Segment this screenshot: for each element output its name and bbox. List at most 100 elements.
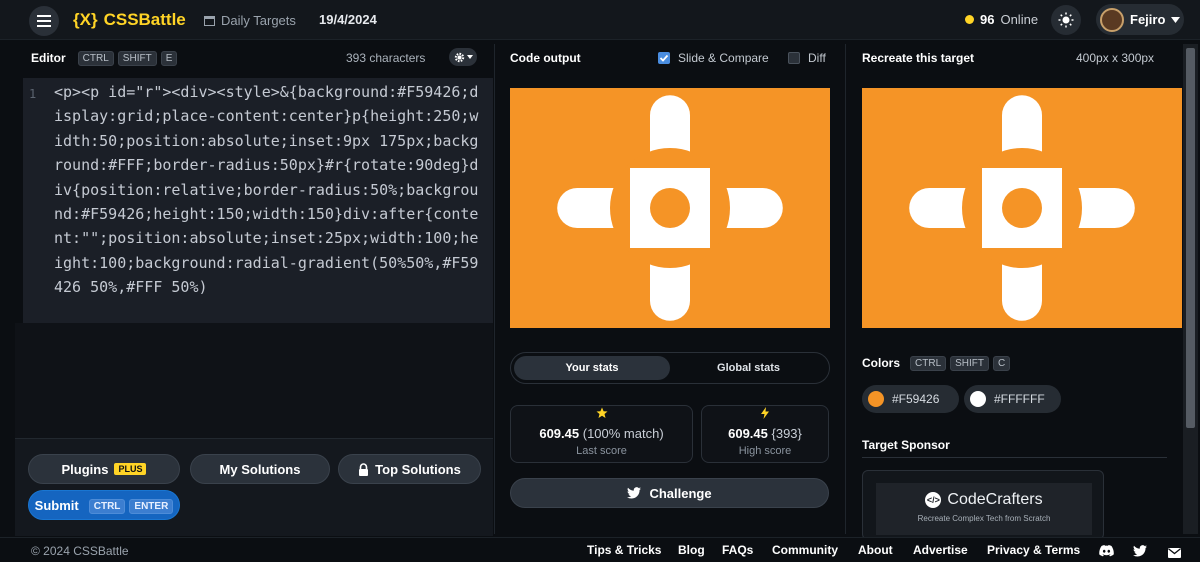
last-score-value: 609.45 <box>539 426 580 441</box>
editor-settings-button[interactable] <box>449 48 477 66</box>
colors-header: Colors CTRL SHIFT C <box>862 355 1011 371</box>
color-swatch-orange[interactable]: #F59426 <box>862 385 959 413</box>
footer-link-blog[interactable]: Blog <box>678 543 705 557</box>
discord-icon[interactable] <box>1099 544 1114 562</box>
logo[interactable]: {X} CSSBattle <box>73 10 186 30</box>
footer-link-tips[interactable]: Tips & Tricks <box>587 543 661 557</box>
online-dot-icon <box>965 15 974 24</box>
user-menu-button[interactable]: Fejiro <box>1096 4 1184 35</box>
editor-empty-area <box>15 323 493 438</box>
chevron-down-icon <box>466 55 473 59</box>
color-dot <box>970 391 986 407</box>
hamburger-icon <box>37 15 51 27</box>
slide-compare-toggle[interactable]: Slide & Compare <box>658 51 769 65</box>
top-solutions-button[interactable]: Top Solutions <box>338 454 481 484</box>
last-score: 609.45 (100% match) <box>511 426 692 441</box>
last-score-match: (100% match) <box>582 426 664 441</box>
calendar-icon <box>204 16 215 26</box>
sponsor-divider <box>862 457 1167 458</box>
lock-icon <box>359 462 369 476</box>
twitter-icon[interactable] <box>1133 544 1147 562</box>
footer-link-privacy[interactable]: Privacy & Terms <box>987 543 1080 557</box>
diff-toggle[interactable]: Diff <box>788 51 826 65</box>
theme-toggle-button[interactable] <box>1051 5 1081 35</box>
diff-checkbox[interactable] <box>788 52 800 64</box>
high-score-chars: {393} <box>771 426 802 441</box>
editor-shortcut: CTRL SHIFT E <box>74 50 178 66</box>
username: Fejiro <box>1130 12 1166 27</box>
footer-link-community[interactable]: Community <box>772 543 838 557</box>
last-score-card: 609.45 (100% match) Last score <box>510 405 693 463</box>
breadcrumb[interactable]: Daily Targets <box>204 13 296 28</box>
target-size: 400px x 300px <box>1076 51 1155 65</box>
tab-global-stats[interactable]: Global stats <box>671 356 826 380</box>
sponsor-card[interactable]: </> CodeCrafters Recreate Complex Tech f… <box>862 470 1104 540</box>
submit-button[interactable]: Submit CTRL ENTER <box>28 490 180 520</box>
last-score-label: Last score <box>576 445 627 457</box>
kbd-shift: SHIFT <box>950 356 990 371</box>
sponsor-banner[interactable]: </> CodeCrafters Recreate Complex Tech f… <box>876 483 1092 535</box>
color-hex: #F59426 <box>892 392 940 406</box>
kbd-ctrl: CTRL <box>910 356 947 371</box>
mail-icon[interactable] <box>1168 545 1181 562</box>
star-icon <box>596 407 607 418</box>
code-text[interactable]: <p><p id="r"><div><style>&{background:#F… <box>54 80 485 300</box>
online-indicator: 96 Online <box>965 12 1038 27</box>
breadcrumb-date: 19/4/2024 <box>319 12 377 27</box>
target-header: Recreate this target 400px x 300px <box>862 46 1167 70</box>
logo-mark: {X} <box>73 10 98 29</box>
color-swatch-white[interactable]: #FFFFFF <box>964 385 1061 413</box>
avatar <box>1100 7 1124 32</box>
char-count: 393 characters <box>346 51 426 65</box>
output-title: Code output <box>510 51 581 65</box>
kbd-ctrl: CTRL <box>77 51 114 66</box>
high-score-value: 609.45 <box>728 426 768 441</box>
slide-compare-checkbox[interactable] <box>658 52 670 64</box>
colors-shortcut: CTRL SHIFT C <box>906 355 1011 371</box>
footer-link-advertise[interactable]: Advertise <box>913 543 968 557</box>
target-title: Recreate this target <box>862 51 975 65</box>
target-image[interactable] <box>862 88 1182 328</box>
breadcrumb-daily-targets[interactable]: Daily Targets <box>221 13 296 28</box>
kbd-c: C <box>993 356 1011 371</box>
sponsor-logo: </> CodeCrafters <box>876 491 1092 509</box>
scrollbar[interactable] <box>1183 44 1198 534</box>
sponsor-name: CodeCrafters <box>947 491 1043 508</box>
footer-link-about[interactable]: About <box>858 543 893 557</box>
scrollbar-thumb[interactable] <box>1186 48 1195 428</box>
plugins-button[interactable]: Plugins PLUS <box>28 454 180 484</box>
sponsor-label: Target Sponsor <box>862 438 950 452</box>
check-icon <box>659 54 669 62</box>
panel-divider <box>845 44 846 534</box>
online-count: 96 <box>980 12 995 27</box>
top-solutions-label: Top Solutions <box>375 461 461 477</box>
top-bar: {X} CSSBattle Daily Targets 19/4/2024 96… <box>0 0 1200 40</box>
high-score: 609.45 {393} <box>702 426 828 441</box>
kbd-ctrl: CTRL <box>88 498 126 514</box>
gear-icon <box>454 52 464 62</box>
sun-icon <box>1058 12 1074 28</box>
target-render <box>862 88 1182 328</box>
plugins-label: Plugins <box>61 461 109 477</box>
my-solutions-button[interactable]: My Solutions <box>190 454 330 484</box>
online-label: Online <box>1000 12 1039 27</box>
output-header: Code output Slide & Compare Diff <box>510 46 830 70</box>
stats-tabs: Your stats Global stats <box>510 352 830 384</box>
submit-shortcut: CTRL ENTER <box>85 497 174 514</box>
tab-your-stats[interactable]: Your stats <box>514 356 670 380</box>
code-editor[interactable]: 1 <p><p id="r"><div><style>&{background:… <box>23 78 493 323</box>
code-output-preview[interactable] <box>510 88 830 328</box>
slide-compare-label: Slide & Compare <box>678 51 769 65</box>
color-dot <box>868 391 884 407</box>
challenge-button[interactable]: Challenge <box>510 478 829 508</box>
app-root: {X} CSSBattle Daily Targets 19/4/2024 96… <box>0 0 1200 562</box>
copyright: © 2024 CSSBattle <box>31 544 129 558</box>
plus-badge: PLUS <box>114 463 147 475</box>
codecrafters-icon: </> <box>925 492 942 508</box>
chevron-down-icon <box>1171 16 1181 23</box>
line-number: 1 <box>29 87 37 101</box>
menu-button[interactable] <box>29 6 59 36</box>
high-score-card: 609.45 {393} High score <box>701 405 829 463</box>
footer-link-faqs[interactable]: FAQs <box>722 543 753 557</box>
twitter-icon <box>627 487 642 499</box>
